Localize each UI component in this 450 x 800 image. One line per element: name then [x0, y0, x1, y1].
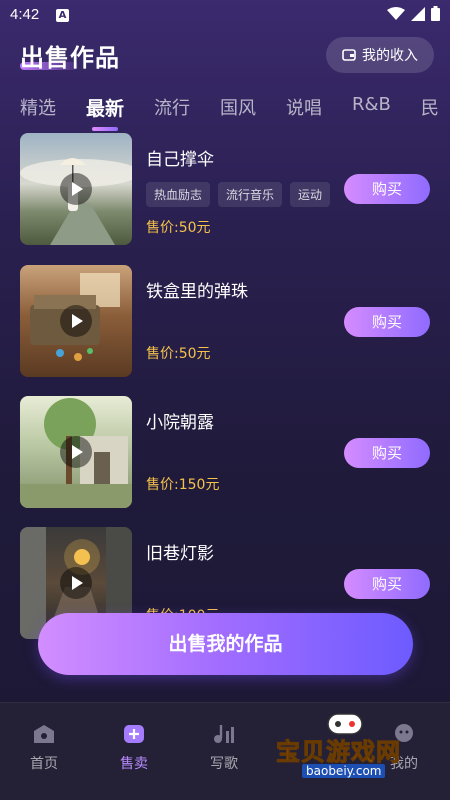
- tab-rap[interactable]: 说唱: [286, 94, 322, 121]
- status-time: 4:42: [10, 6, 40, 23]
- play-icon[interactable]: [60, 436, 92, 468]
- tab-rnb[interactable]: R&B: [352, 94, 391, 121]
- nav-write[interactable]: 写歌: [194, 723, 254, 773]
- income-label: 我的收入: [362, 48, 418, 64]
- system-icons: [387, 6, 440, 21]
- buy-button[interactable]: 购买: [344, 174, 430, 204]
- price: 售价:50元: [146, 346, 211, 362]
- play-icon[interactable]: [60, 173, 92, 205]
- tab-chinese-style[interactable]: 国风: [220, 94, 256, 121]
- cover-image[interactable]: [20, 265, 132, 377]
- nav-label: 写歌: [210, 756, 238, 772]
- nav-home[interactable]: 首页: [14, 723, 74, 773]
- buy-button[interactable]: 购买: [344, 307, 430, 337]
- play-icon[interactable]: [60, 305, 92, 337]
- price: 售价:50元: [146, 220, 211, 236]
- music-note-icon: [214, 725, 234, 743]
- works-list: 自己撑伞 热血励志 流行音乐 运动 售价:50元 购买 铁盒里的弹珠 售价:50…: [0, 133, 450, 643]
- work-title: 铁盒里的弹珠: [146, 282, 248, 302]
- work-title: 自己撑伞: [146, 150, 214, 170]
- category-tabs: 精选 最新 流行 国风 说唱 R&B 民: [20, 94, 450, 131]
- tag: 流行音乐: [218, 182, 283, 207]
- list-item[interactable]: 铁盒里的弹珠 售价:50元 购买: [20, 265, 432, 377]
- watermark: 宝贝游戏网 baobeiy.com: [270, 712, 430, 782]
- buy-button[interactable]: 购买: [344, 569, 430, 599]
- tab-popular[interactable]: 流行: [154, 94, 190, 121]
- tag-list: 热血励志 流行音乐 运动: [146, 182, 331, 207]
- tab-folk[interactable]: 民: [421, 94, 439, 121]
- notification-icon: A: [56, 9, 69, 22]
- play-icon[interactable]: [60, 567, 92, 599]
- nav-label: 首页: [30, 756, 58, 772]
- wifi-icon: [387, 6, 405, 20]
- work-title: 旧巷灯影: [146, 544, 214, 564]
- buy-button[interactable]: 购买: [344, 438, 430, 468]
- wallet-icon: [342, 49, 356, 61]
- cover-image[interactable]: [20, 396, 132, 508]
- status-bar: 4:42 A: [0, 0, 450, 32]
- tab-latest[interactable]: 最新: [86, 94, 124, 131]
- nav-sell[interactable]: 售卖: [104, 723, 164, 773]
- list-item[interactable]: 自己撑伞 热血励志 流行音乐 运动 售价:50元 购买: [20, 133, 432, 245]
- cover-image[interactable]: [20, 133, 132, 245]
- work-title: 小院朝露: [146, 413, 214, 433]
- watermark-url: baobeiy.com: [302, 764, 386, 778]
- tab-featured[interactable]: 精选: [20, 94, 56, 121]
- my-income-button[interactable]: 我的收入: [326, 37, 434, 73]
- page-title: 出售作品: [20, 44, 120, 72]
- battery-icon: [431, 6, 440, 21]
- price: 售价:150元: [146, 477, 220, 493]
- tag: 热血励志: [146, 182, 211, 207]
- list-item[interactable]: 小院朝露 售价:150元 购买: [20, 396, 432, 508]
- sell-my-work-button[interactable]: 出售我的作品: [38, 613, 413, 675]
- tag: 运动: [290, 182, 331, 207]
- signal-icon: [411, 6, 425, 21]
- sell-icon: [124, 725, 144, 743]
- watermark-text: 宝贝游戏网: [276, 738, 401, 767]
- nav-label: 售卖: [120, 756, 148, 772]
- home-icon: [34, 725, 54, 743]
